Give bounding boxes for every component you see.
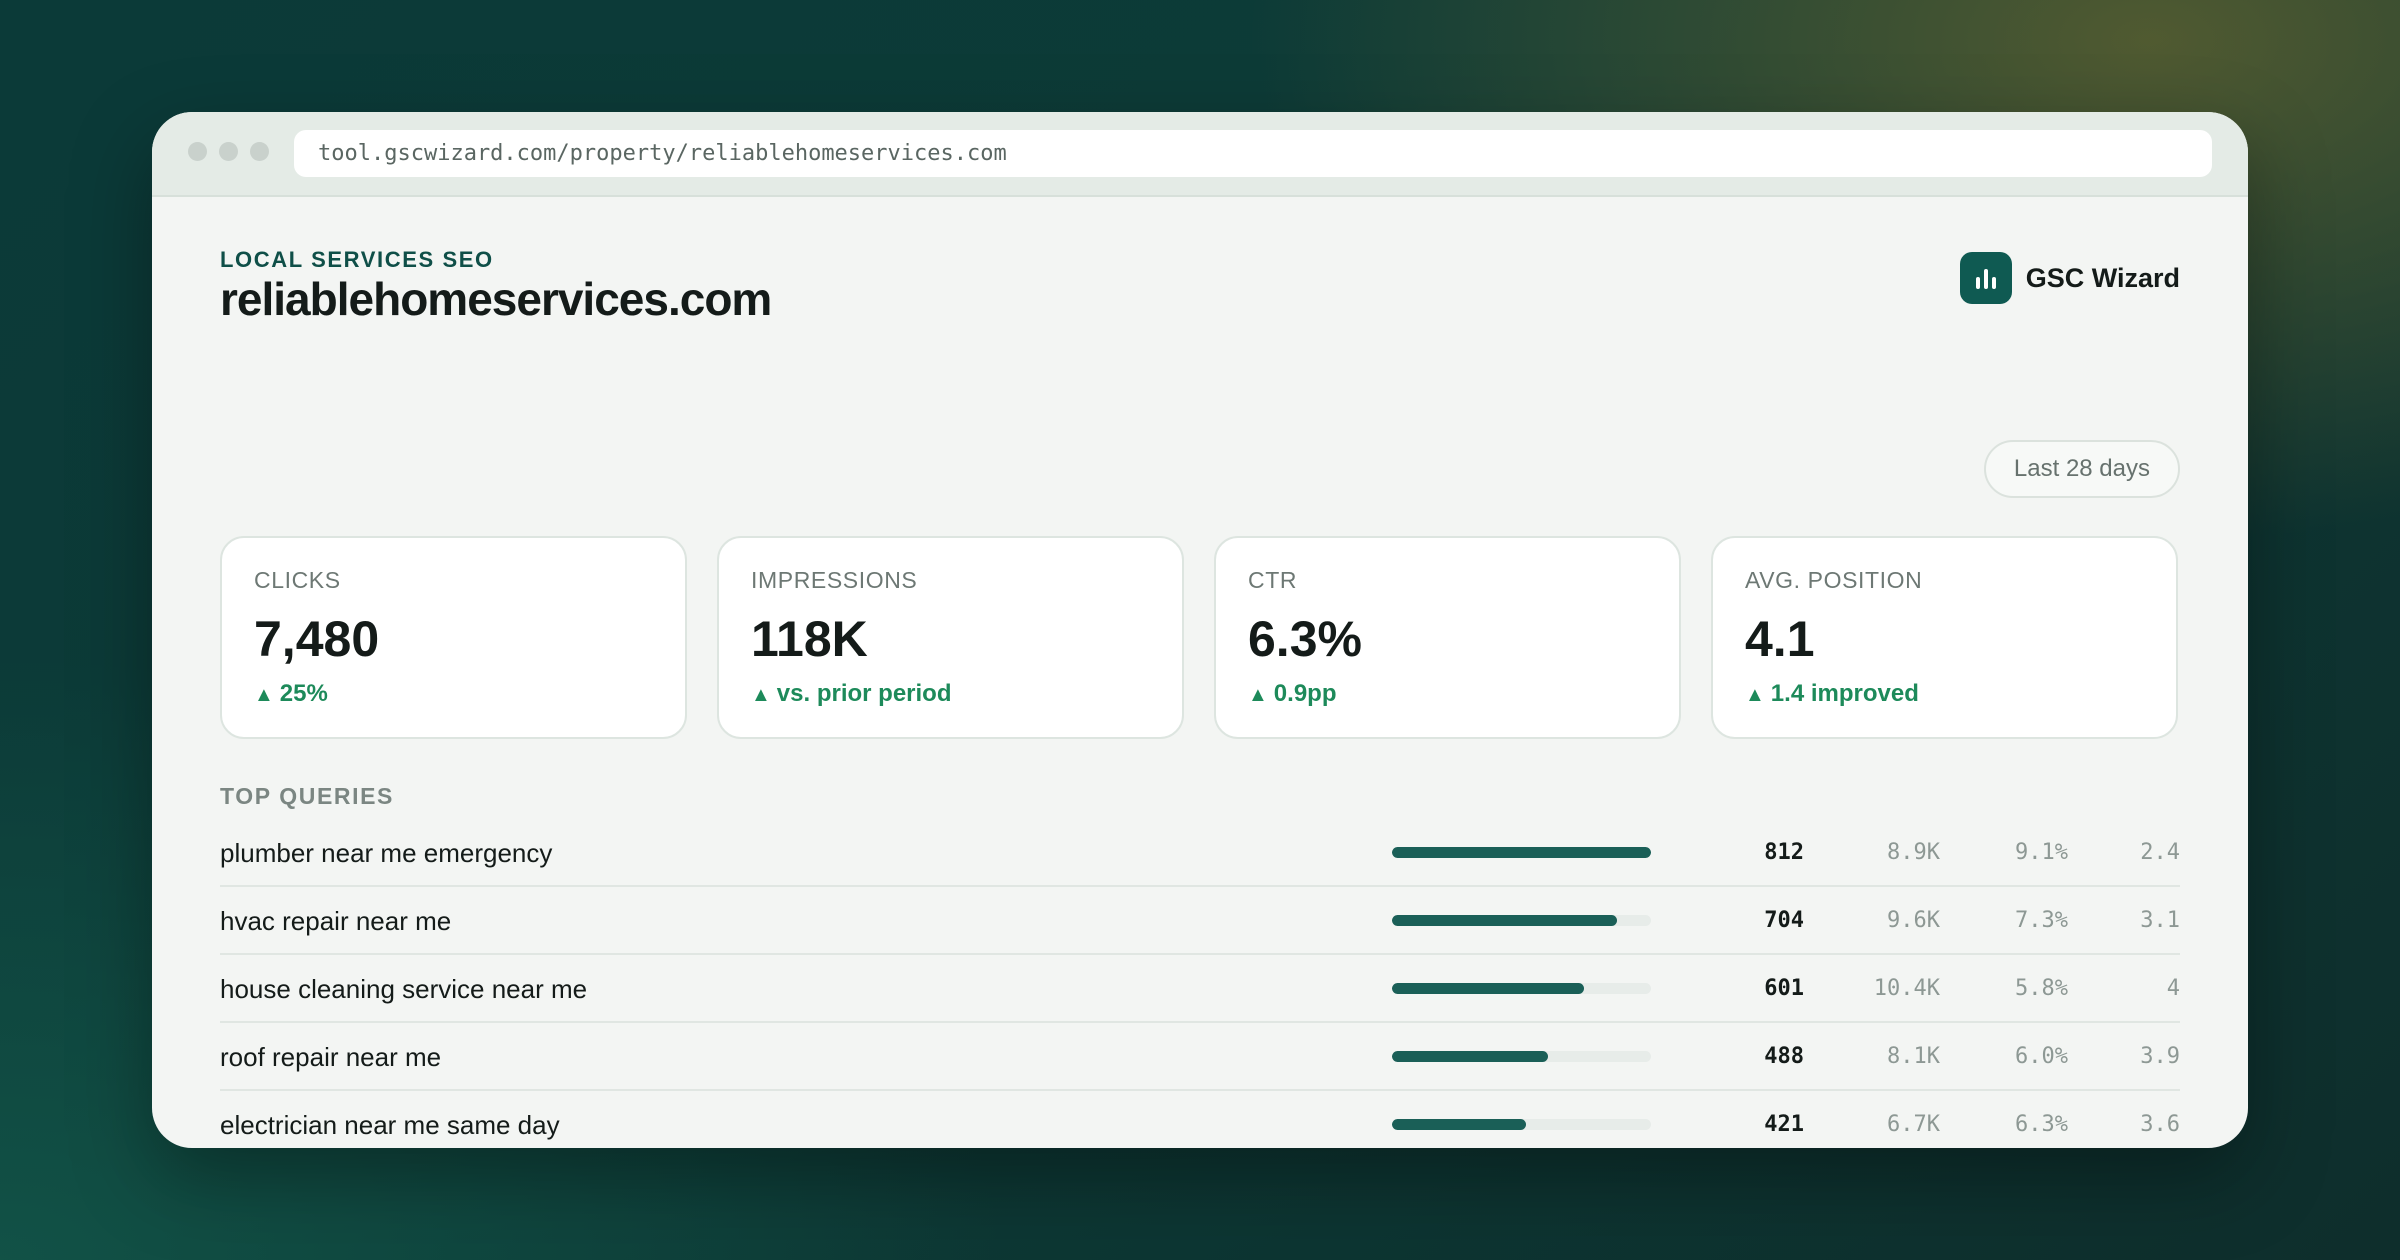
clicks-bar (1392, 1051, 1651, 1062)
brand: GSC Wizard (1959, 252, 2180, 304)
kpi-label: CLICKS (254, 567, 341, 593)
window-minimize-dot[interactable] (219, 142, 238, 161)
bar-chart-icon (1959, 252, 2012, 304)
query-position: 2.4 (2140, 840, 2180, 865)
query-text: house cleaning service near me (220, 974, 588, 1004)
query-position: 3.1 (2140, 908, 2180, 933)
query-text: plumber near me emergency (220, 838, 553, 868)
kpi-card-ctr: CTR 6.3% ▲ 0.9pp (1214, 536, 1681, 739)
clicks-bar (1392, 983, 1651, 994)
kpi-row: CLICKS 7,480 ▲ 25% IMPRESSIONS 118K ▲ vs. … (220, 536, 2180, 739)
query-row[interactable]: electrician near me same day 421 6.7K 6.… (220, 1091, 2180, 1148)
query-impressions: 9.6K (1887, 908, 1940, 933)
clicks-bar-fill (1392, 915, 1617, 926)
clicks-bar (1392, 1119, 1651, 1130)
query-ctr: 9.1% (2015, 840, 2068, 865)
address-bar-url: tool.gscwizard.com/property/reliablehome… (318, 141, 1007, 166)
clicks-bar (1392, 915, 1651, 926)
query-impressions: 6.7K (1887, 1112, 1940, 1137)
clicks-bar-fill (1392, 847, 1651, 858)
arrow-up-icon: ▲ (254, 684, 274, 706)
query-clicks: 704 (1764, 908, 1804, 933)
kpi-label: CTR (1248, 567, 1298, 593)
query-row[interactable]: house cleaning service near me 601 10.4K… (220, 955, 2180, 1023)
clicks-bar-fill (1392, 1119, 1527, 1130)
kpi-label: AVG. POSITION (1745, 567, 1923, 593)
kpi-delta: ▲ 1.4 improved (1745, 680, 2176, 708)
query-impressions: 8.1K (1887, 1044, 1940, 1069)
browser-toolbar: tool.gscwizard.com/property/reliablehome… (152, 112, 2248, 197)
window-maximize-dot[interactable] (250, 142, 269, 161)
clicks-bar-fill (1392, 1051, 1548, 1062)
kpi-value: 4.1 (1745, 611, 1815, 667)
kpi-label: IMPRESSIONS (751, 567, 918, 593)
query-ctr: 5.8% (2015, 976, 2068, 1001)
arrow-up-icon: ▲ (1248, 684, 1268, 706)
kpi-delta: ▲ 25% (254, 680, 685, 708)
kpi-delta-text: 0.9pp (1273, 680, 1337, 707)
kpi-delta-text: vs. prior period (776, 680, 952, 707)
query-position: 3.9 (2140, 1044, 2180, 1069)
query-row[interactable]: plumber near me emergency 812 8.9K 9.1% … (220, 819, 2180, 887)
query-clicks: 488 (1764, 1044, 1804, 1069)
arrow-up-icon: ▲ (1745, 684, 1765, 706)
category-label: LOCAL SERVICES SEO (220, 247, 494, 272)
browser-window: tool.gscwizard.com/property/reliablehome… (152, 112, 2248, 1148)
kpi-value: 118K (751, 611, 868, 667)
query-text: roof repair near me (220, 1042, 442, 1072)
kpi-card-avg-position: AVG. POSITION 4.1 ▲ 1.4 improved (1711, 536, 2178, 739)
date-range-button[interactable]: Last 28 days (1983, 440, 2180, 498)
query-position: 3.6 (2140, 1112, 2180, 1137)
query-row[interactable]: hvac repair near me 704 9.6K 7.3% 3.1 (220, 887, 2180, 955)
window-close-dot[interactable] (188, 142, 207, 161)
query-ctr: 6.0% (2015, 1044, 2068, 1069)
kpi-delta: ▲ vs. prior period (751, 680, 1182, 708)
query-clicks: 421 (1764, 1112, 1804, 1137)
query-text: hvac repair near me (220, 906, 452, 936)
clicks-bar-fill (1392, 983, 1584, 994)
window-controls (188, 142, 269, 161)
kpi-delta-text: 1.4 improved (1770, 680, 1919, 707)
query-impressions: 10.4K (1873, 976, 1940, 1001)
section-title-top-queries: TOP QUERIES (220, 783, 394, 809)
kpi-delta-text: 25% (279, 680, 328, 707)
kpi-value: 7,480 (254, 611, 380, 667)
kpi-card-impressions: IMPRESSIONS 118K ▲ vs. prior period (717, 536, 1184, 739)
query-clicks: 812 (1764, 840, 1804, 865)
kpi-card-clicks: CLICKS 7,480 ▲ 25% (220, 536, 687, 739)
kpi-value: 6.3% (1248, 611, 1362, 667)
query-clicks: 601 (1764, 976, 1804, 1001)
kpi-delta: ▲ 0.9pp (1248, 680, 1679, 708)
query-impressions: 8.9K (1887, 840, 1940, 865)
query-row[interactable]: roof repair near me 488 8.1K 6.0% 3.9 (220, 1023, 2180, 1091)
arrow-up-icon: ▲ (751, 684, 771, 706)
query-position: 4 (2166, 976, 2180, 1001)
query-ctr: 7.3% (2015, 908, 2068, 933)
address-bar[interactable]: tool.gscwizard.com/property/reliablehome… (294, 130, 2212, 177)
query-ctr: 6.3% (2015, 1112, 2068, 1137)
brand-name: GSC Wizard (2025, 262, 2180, 293)
query-text: electrician near me same day (220, 1110, 560, 1140)
page-title: reliablehomeservices.com (220, 273, 772, 325)
top-queries-table: plumber near me emergency 812 8.9K 9.1% … (220, 819, 2180, 1148)
clicks-bar (1392, 847, 1651, 858)
